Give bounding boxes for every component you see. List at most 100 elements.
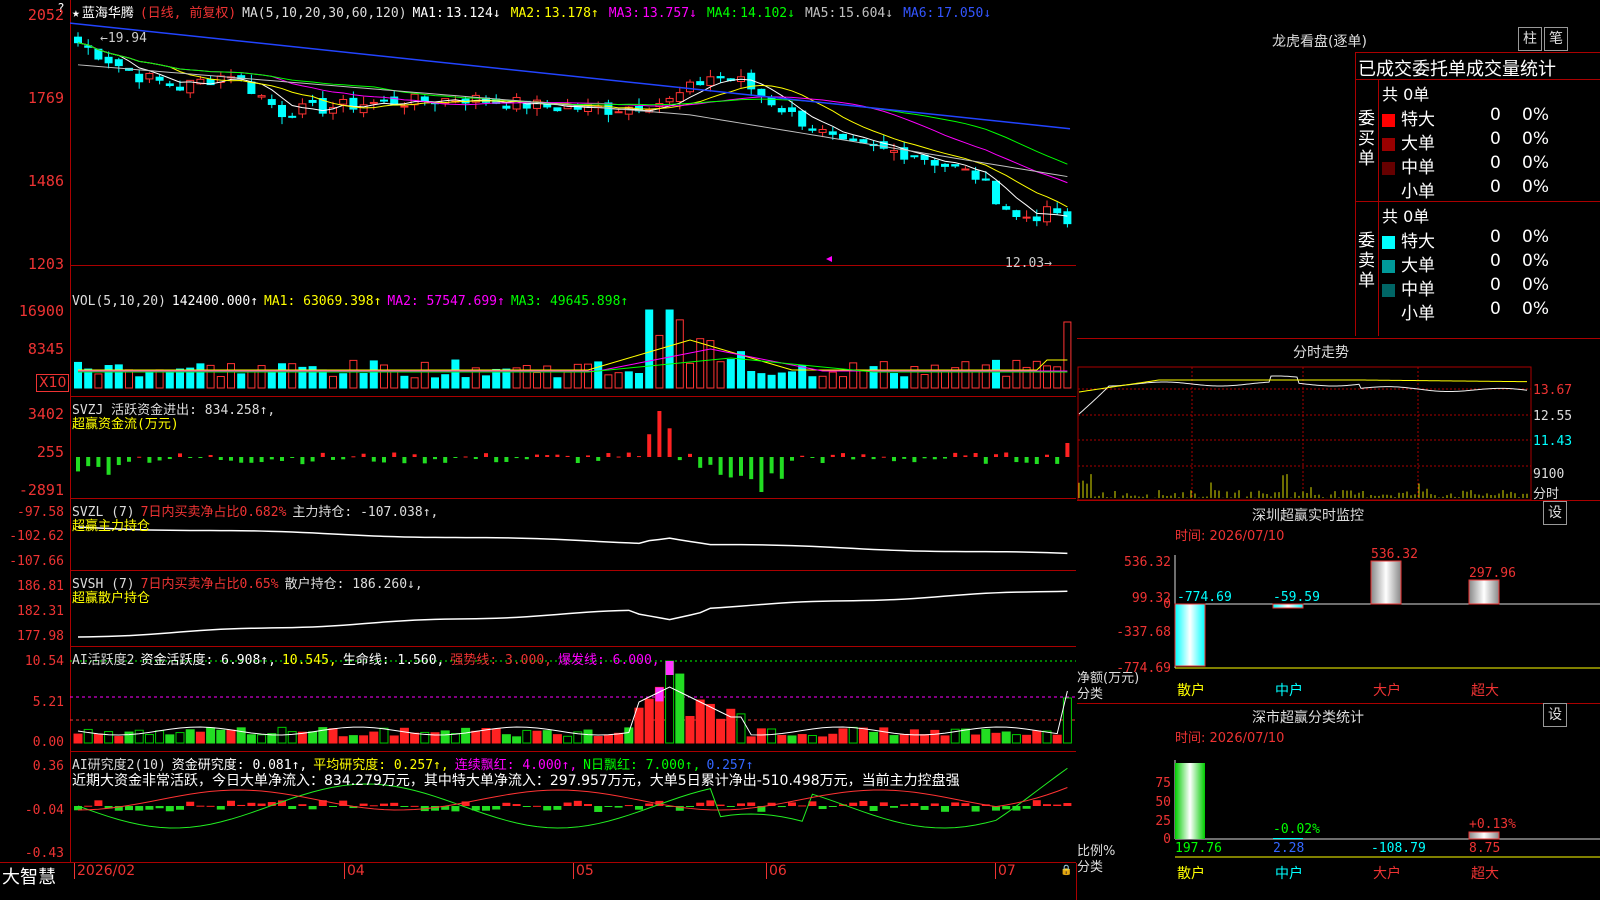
fund-flow-bar — [565, 455, 570, 457]
star-icon[interactable]: ★ — [72, 6, 80, 21]
sell-side-label: 委卖单 — [1358, 231, 1375, 291]
fund-flow-bar — [932, 457, 937, 460]
volume-bar — [798, 365, 807, 389]
volume-bar — [482, 375, 490, 389]
research-bar — [308, 806, 317, 810]
order-stats-tabs[interactable]: 已成交委托单成交量统计 — [1358, 55, 1556, 81]
fund-flow-bar — [810, 457, 815, 458]
ai1-strong: 强势线: 3.000, — [450, 653, 552, 668]
activity-bar — [512, 736, 522, 744]
ss-settings-button[interactable]: 设 — [1543, 703, 1567, 727]
candle-body — [614, 111, 623, 114]
fund-flow-bar — [1055, 457, 1060, 464]
fund-flow-bar — [1004, 452, 1009, 457]
order-count: 0 — [1490, 299, 1501, 319]
fund-flow-bar — [351, 456, 356, 458]
volume-bar — [706, 340, 715, 389]
sz-bar — [1174, 603, 1206, 667]
research-bar — [502, 802, 511, 806]
svsh-ytick: 177.98 — [17, 629, 64, 644]
color-swatch-icon — [1382, 185, 1395, 199]
ma-value-6: MA6: 17.050↓ — [903, 6, 995, 21]
lock-icon[interactable]: 🔒 — [1060, 865, 1072, 876]
ai1-value: 资金活跃度: 6.908↑, — [140, 653, 276, 668]
fund-flow-bar — [820, 457, 825, 464]
research-line — [77, 787, 1068, 811]
research-bar — [522, 806, 531, 807]
fund-flow-bar — [494, 457, 499, 463]
activity-bar — [971, 734, 981, 744]
svsh-panel[interactable]: SVSH (7) 7日内买卖净占比0.65% 散户持仓: 186.260↓, 超赢散… — [70, 571, 1076, 647]
candle-body — [267, 99, 276, 105]
svzj-panel[interactable]: SVZJ 活跃资金进出: 834.258↑, 超赢资金流(万元) — [70, 397, 1076, 499]
intraday-ytick: 13.67 — [1533, 383, 1573, 398]
ss-time: 时间: 2026/07/10 — [1175, 731, 1285, 746]
sz-settings-button[interactable]: 设 — [1543, 501, 1567, 525]
svzj-ytick: 255 — [36, 443, 64, 461]
fund-flow-bar — [208, 455, 213, 457]
volume-bar — [563, 371, 572, 389]
activity-bar — [83, 728, 93, 744]
fund-flow-bar — [606, 453, 611, 457]
volume-bar — [543, 365, 552, 389]
ma-number: 15.604↓ — [838, 6, 894, 21]
activity-bar — [583, 729, 593, 744]
candle-body — [176, 86, 184, 91]
research-bar — [900, 804, 909, 806]
ma-line — [77, 42, 1068, 217]
activity-bar — [726, 708, 736, 744]
research-bar — [380, 803, 388, 806]
candle-body — [165, 83, 174, 87]
activity-bar — [501, 734, 511, 744]
candle-chart-panel[interactable]: ★ 蓝海华腾 (日线, 前复权) MA(5,10,20,30,60,120) MA1: 1… — [70, 0, 1076, 271]
svzl-panel[interactable]: SVZL (7) 7日内买卖净占比0.682% 主力持仓: -107.038↑, 超… — [70, 499, 1076, 571]
ma-label: MA2: — [510, 6, 542, 21]
stock-name[interactable]: 蓝海华腾 — [82, 6, 134, 21]
research-bar — [390, 802, 399, 806]
research-bar — [227, 800, 235, 806]
activity-bar — [532, 730, 542, 744]
vol-ytick: 16900 — [18, 302, 64, 320]
fund-flow-bar — [127, 457, 131, 462]
ai1-y-axis: 10.54 5.21 0.00 — [0, 647, 71, 751]
ma-number: 13.757↓ — [642, 6, 697, 21]
order-type: 大单 — [1401, 134, 1435, 154]
fund-flow-bar — [86, 457, 91, 467]
activity-bar — [165, 734, 175, 744]
fund-flow-bar — [239, 457, 244, 463]
intraday-frame — [1077, 366, 1532, 500]
brand-logo: 大智慧 — [2, 867, 56, 888]
ai1-title: AI活跃度2 — [72, 653, 135, 668]
ss-value-label: 197.76 — [1175, 841, 1222, 856]
bar-view-button[interactable]: 柱 — [1518, 27, 1542, 51]
volume-bar — [859, 370, 868, 389]
intraday-vol-tick: 9100 — [1533, 467, 1565, 482]
fund-flow-bar — [310, 457, 315, 462]
volume-bar — [1053, 366, 1062, 389]
activity-bar — [471, 730, 481, 744]
svsh-ytick: 186.81 — [17, 579, 64, 594]
candle-body — [247, 81, 256, 94]
research-bar — [1022, 806, 1031, 809]
fund-flow-bar — [739, 457, 743, 476]
volume-bar — [227, 363, 235, 389]
order-count: 0 — [1490, 129, 1501, 149]
vol-panel[interactable]: VOL(5,10,20) 142400.000↑ MA1: 63069.398↑ MA… — [70, 266, 1076, 397]
fund-flow-bar — [96, 457, 101, 467]
volume-bar — [196, 363, 205, 389]
main-ytick: 2052 — [27, 6, 64, 24]
order-pct: 0% — [1522, 177, 1549, 197]
activity-peak-bar — [655, 687, 664, 702]
activity-bar — [675, 673, 685, 744]
candle-body — [1022, 216, 1031, 219]
candle-body — [1012, 210, 1021, 218]
period-label[interactable]: (日线, 前复权) — [140, 6, 236, 21]
activity-bar — [634, 707, 644, 744]
sz-value-label: -59.59 — [1273, 590, 1320, 605]
activity-bar — [134, 729, 144, 744]
ai1-panel[interactable]: AI活跃度2 资金活跃度: 6.908↑, 10.545, 生命线: 1.560, 强势… — [70, 647, 1076, 752]
sz-category: 超大 — [1471, 683, 1499, 699]
activity-bar — [1011, 734, 1021, 744]
tick-view-button[interactable]: 笔 — [1544, 27, 1568, 51]
ai2-panel[interactable]: AI研究度2(10) 资金研究度: 0.081↑, 平均研究度: 0.257↑, 连续… — [70, 752, 1076, 863]
